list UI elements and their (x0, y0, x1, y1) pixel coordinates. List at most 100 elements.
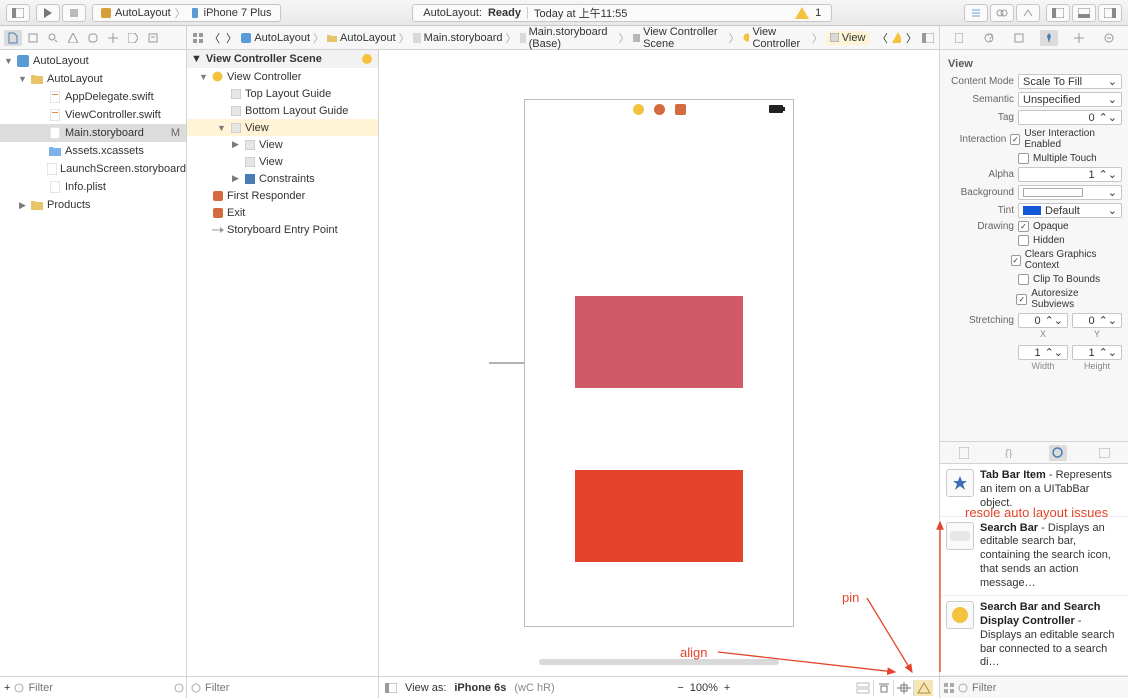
outline-first-responder[interactable]: First Responder (187, 187, 378, 204)
nav-project-root[interactable]: ▼AutoLayout (0, 52, 186, 70)
lib-item-searchbar[interactable]: Search Bar - Displays an editable search… (940, 517, 1128, 597)
outline-subview-2[interactable]: View (187, 153, 378, 170)
jump-back2-icon[interactable]: 〈 (875, 30, 889, 46)
clears-context-checkbox[interactable] (1011, 255, 1021, 266)
jump-bar[interactable]: 〈 〉 AutoLayout〉 AutoLayout〉 Main.storybo… (187, 26, 939, 49)
background-color-select[interactable]: ⌄ (1018, 185, 1122, 200)
toggle-bottom-panel-icon[interactable] (1072, 4, 1096, 22)
project-nav-icon[interactable] (4, 30, 22, 46)
object-lib-icon[interactable] (1049, 445, 1067, 461)
vc-dock-icon[interactable] (633, 104, 644, 115)
library-view-mode-icon[interactable] (944, 683, 954, 693)
code-snippet-lib-icon[interactable]: {} (1002, 445, 1020, 461)
alpha-field[interactable]: 1 ⌃⌄ (1018, 167, 1122, 182)
forward-icon[interactable]: 〉 (225, 30, 239, 46)
jump-scene[interactable]: View Controller Scene (633, 26, 726, 50)
jump-folder[interactable]: AutoLayout (327, 32, 396, 44)
jump-warning-icon[interactable] (892, 32, 901, 44)
toggle-left-panel-icon[interactable] (1046, 4, 1070, 22)
lib-item-tabbar[interactable]: Tab Bar Item - Represents an item on a U… (940, 464, 1128, 516)
horizontal-scrollbar[interactable] (539, 656, 779, 668)
tag-field[interactable]: 0 ⌃⌄ (1018, 110, 1122, 125)
help-inspector-icon[interactable]: ? (980, 30, 998, 46)
jump-project[interactable]: AutoLayout (241, 32, 310, 44)
storyboard-canvas[interactable]: View as: iPhone 6s (wC hR) − 100% + (379, 50, 939, 698)
nav-file-info[interactable]: Info.plist (0, 178, 186, 196)
outline-filter-scope-icon[interactable] (191, 683, 201, 693)
file-template-lib-icon[interactable] (955, 445, 973, 461)
semantic-select[interactable]: Unspecified⌄ (1018, 92, 1122, 107)
attributes-inspector-icon[interactable] (1040, 30, 1058, 46)
jump-file[interactable]: Main.storyboard (413, 32, 503, 44)
library-filter-scope-icon[interactable] (958, 683, 968, 693)
outline-view-controller[interactable]: ▼View Controller (187, 68, 378, 85)
zoom-level[interactable]: 100% (690, 682, 718, 694)
outline-constraints[interactable]: ▶Constraints (187, 170, 378, 187)
media-lib-icon[interactable] (1096, 445, 1114, 461)
size-inspector-icon[interactable] (1070, 30, 1088, 46)
toggle-right-panel-icon[interactable] (1098, 4, 1122, 22)
jump-base[interactable]: Main.storyboard (Base) (520, 26, 616, 50)
identity-inspector-icon[interactable] (1010, 30, 1028, 46)
user-interaction-checkbox[interactable] (1010, 134, 1020, 145)
nav-file-storyboard[interactable]: Main.storyboardM (0, 124, 186, 142)
test-nav-icon[interactable] (84, 30, 102, 46)
zoom-in-button[interactable]: + (724, 682, 730, 694)
nav-folder-products[interactable]: ▶Products (0, 196, 186, 214)
outline-top-guide[interactable]: Top Layout Guide (187, 85, 378, 102)
hidden-checkbox[interactable] (1018, 235, 1029, 246)
outline-entry-point[interactable]: Storyboard Entry Point (187, 221, 378, 238)
connections-inspector-icon[interactable] (1100, 30, 1118, 46)
toggle-navigator-icon[interactable] (6, 4, 30, 22)
nav-file-viewcontroller[interactable]: ViewController.swift (0, 106, 186, 124)
pin-icon[interactable] (893, 680, 913, 696)
opaque-checkbox[interactable] (1018, 221, 1029, 232)
outline-root-view[interactable]: ▼View (187, 119, 378, 136)
resolve-issues-icon[interactable] (913, 680, 933, 696)
outline-subview-1[interactable]: ▶View (187, 136, 378, 153)
jump-view[interactable]: View (826, 31, 870, 45)
issue-nav-icon[interactable] (64, 30, 82, 46)
run-button[interactable] (36, 4, 60, 22)
stretch-x-field[interactable]: 0⌃⌄ (1018, 313, 1068, 328)
version-editor-icon[interactable] (1016, 4, 1040, 22)
find-nav-icon[interactable] (44, 30, 62, 46)
align-icon[interactable] (873, 680, 893, 696)
content-mode-select[interactable]: Scale To Fill⌄ (1018, 74, 1122, 89)
outline-toggle2-icon[interactable] (385, 683, 397, 693)
canvas-view-2[interactable] (575, 470, 743, 562)
tint-color-select[interactable]: Default⌄ (1018, 203, 1122, 218)
file-inspector-icon[interactable] (950, 30, 968, 46)
standard-editor-icon[interactable] (964, 4, 988, 22)
report-nav-icon[interactable] (144, 30, 162, 46)
embed-in-stack-icon[interactable] (853, 680, 873, 696)
jump-forward2-icon[interactable]: 〉 (904, 30, 918, 46)
warning-icon[interactable] (795, 7, 809, 19)
lib-item-searchbar-controller[interactable]: Search Bar and Search Display Controller… (940, 596, 1128, 676)
jump-vc[interactable]: View Controller (743, 26, 809, 50)
breakpoint-nav-icon[interactable] (124, 30, 142, 46)
outline-scene-header[interactable]: ▼View Controller Scene (187, 50, 378, 68)
canvas-view-1[interactable] (575, 296, 743, 388)
zoom-out-button[interactable]: − (677, 682, 683, 694)
debug-nav-icon[interactable] (104, 30, 122, 46)
nav-file-appdelegate[interactable]: AppDelegate.swift (0, 88, 186, 106)
view-controller-canvas[interactable] (524, 99, 794, 627)
multiple-touch-checkbox[interactable] (1018, 153, 1029, 164)
autoresize-checkbox[interactable] (1016, 294, 1027, 305)
outline-filter-input[interactable] (205, 682, 374, 694)
scene-dock[interactable] (525, 100, 793, 118)
exit-dock-icon[interactable] (675, 104, 686, 115)
outline-bottom-guide[interactable]: Bottom Layout Guide (187, 102, 378, 119)
outline-toggle-icon[interactable] (921, 30, 935, 46)
warning-dot-icon[interactable] (362, 54, 372, 64)
stretch-w-field[interactable]: 1⌃⌄ (1018, 345, 1068, 360)
back-icon[interactable]: 〈 (208, 30, 222, 46)
outline-exit[interactable]: Exit (187, 204, 378, 221)
filter-scope-icon[interactable] (14, 683, 24, 693)
assistant-editor-icon[interactable] (990, 4, 1014, 22)
library-filter-input[interactable] (972, 682, 1124, 694)
first-responder-dock-icon[interactable] (654, 104, 665, 115)
symbol-nav-icon[interactable] (24, 30, 42, 46)
stretch-y-field[interactable]: 0⌃⌄ (1072, 313, 1122, 328)
